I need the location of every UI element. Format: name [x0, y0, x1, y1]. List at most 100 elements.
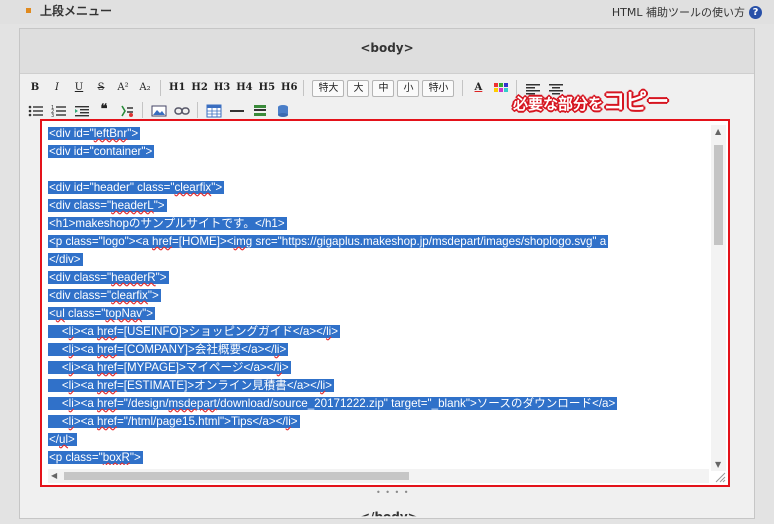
h2-button[interactable]: H2	[191, 80, 207, 96]
color-palette-icon[interactable]	[493, 81, 509, 95]
spellcheck-word: img	[233, 235, 253, 248]
body-tag-title: <body>	[360, 41, 414, 55]
underline-button[interactable]: U	[72, 80, 86, 96]
horizontal-rule-icon[interactable]	[229, 103, 245, 117]
code-text: =[USEINFO]>ショッピングガイド</a></	[117, 325, 327, 338]
horizontal-scroll-thumb[interactable]	[64, 472, 409, 480]
vertical-scroll-thumb[interactable]	[714, 145, 723, 245]
code-text: ">	[142, 307, 153, 320]
code-text: <div class="	[49, 271, 112, 284]
scroll-left-icon[interactable]: ◀	[51, 471, 57, 480]
code-text: src="https://gigaplus.makeshop.jp/msdepa…	[252, 235, 607, 248]
superscript-button[interactable]: A²	[116, 80, 130, 96]
code-text: <p class="	[49, 451, 103, 464]
spellcheck-word: leftBnr	[93, 127, 128, 140]
font-color-button[interactable]: A	[471, 80, 485, 96]
help-link[interactable]: HTML 補助ツールの使い方 ?	[612, 4, 762, 20]
code-line: <h1>makeshopのサンプルサイトです。</h1>	[48, 215, 708, 233]
spellcheck-word: clearfix	[174, 181, 212, 194]
spellcheck-word: ul	[55, 307, 65, 320]
code-text: ><a	[73, 343, 98, 356]
code-line: <div id="leftBnr">	[48, 125, 708, 143]
spellcheck-word: headerR	[111, 271, 156, 284]
selected-text: <div class="headerR">	[48, 271, 169, 284]
subscript-button[interactable]: A₂	[138, 80, 152, 96]
code-editor[interactable]: <div id="leftBnr"> <div id="container"> <d…	[40, 119, 730, 487]
code-text: /download/source_20171222.zip" target="_…	[216, 397, 616, 410]
quote-icon[interactable]: ❝	[97, 102, 111, 118]
spellcheck-word: clearfix	[111, 289, 148, 302]
top-bar: 上段メニュー HTML 補助ツールの使い方 ?	[0, 0, 774, 24]
code-line: <li><a href=[COMPANY]>会社概要</a></li>	[48, 341, 708, 359]
toolbar-row-2: 123 ❝	[28, 100, 298, 120]
section-title: 上段メニュー	[26, 2, 112, 19]
insert-link-icon[interactable]	[174, 103, 190, 117]
scroll-down-icon[interactable]: ▼	[715, 460, 721, 469]
indent-icon[interactable]	[74, 103, 90, 117]
selected-text: <li><a href=[USEINFO]>ショッピングガイド</a></li>	[48, 325, 341, 338]
code-text: ><a	[73, 325, 98, 338]
code-text: ><a	[73, 361, 98, 374]
selected-text: <p class="logo"><a href=[HOME]><img src=…	[48, 235, 609, 248]
copy-instruction-part2: コピー	[603, 90, 670, 115]
special-char-icon[interactable]	[119, 103, 135, 117]
toolbar-divider	[142, 102, 143, 118]
code-line: <li><a href=[MYPAGE]>マイページ</a></li>	[48, 359, 708, 377]
code-text: ">	[127, 127, 139, 140]
resize-grip-icon[interactable]	[714, 471, 726, 483]
code-text: </div>	[49, 253, 81, 266]
bullet-list-icon[interactable]	[28, 103, 44, 117]
toolbar-divider	[197, 102, 198, 118]
code-text: >	[281, 361, 289, 374]
selected-text: <ul class="topNav">	[48, 307, 155, 320]
spellcheck-word: boxR	[102, 451, 130, 464]
code-textarea[interactable]: <div id="leftBnr"> <div id="container"> <d…	[48, 125, 708, 465]
italic-button[interactable]: I	[50, 80, 64, 96]
insert-table-icon[interactable]	[206, 103, 222, 118]
bold-button[interactable]: B	[28, 80, 42, 96]
spellcheck-word: href	[97, 397, 118, 410]
insert-block-icon[interactable]	[252, 103, 268, 117]
code-line: </ul>	[48, 431, 708, 449]
h5-button[interactable]: H5	[259, 80, 275, 96]
insert-image-icon[interactable]	[151, 103, 167, 117]
strikethrough-button[interactable]: S	[94, 80, 108, 96]
spellcheck-word: ul	[59, 433, 69, 446]
size-xl-button[interactable]: 特大	[312, 79, 345, 97]
code-text: ><a	[73, 397, 98, 410]
code-text: <div class="	[49, 289, 112, 302]
code-text: ">	[155, 271, 167, 284]
help-icon[interactable]: ?	[749, 5, 762, 19]
size-s-button[interactable]: 小	[397, 79, 420, 97]
code-text: ="/html/page15.html">Tips</a></	[117, 415, 286, 428]
code-text: <	[49, 379, 69, 392]
numbered-list-icon[interactable]: 123	[51, 103, 67, 119]
vertical-scrollbar[interactable]: ▲ ▼	[711, 125, 726, 471]
selected-text: <h1>makeshopのサンプルサイトです。</h1>	[48, 217, 287, 230]
code-text: <	[49, 307, 56, 320]
size-xs-button[interactable]: 特小	[422, 79, 455, 97]
help-link-label[interactable]: HTML 補助ツールの使い方	[612, 4, 745, 20]
size-m-button[interactable]: 中	[372, 79, 395, 97]
resize-handle[interactable]: • • • •	[376, 488, 410, 497]
code-text: <	[49, 325, 69, 338]
scroll-up-icon[interactable]: ▲	[715, 127, 721, 136]
horizontal-scrollbar[interactable]: ◀	[48, 469, 709, 483]
h4-button[interactable]: H4	[236, 80, 252, 96]
code-text: =[HOME]><	[171, 235, 234, 248]
code-line: <div id="container">	[48, 143, 708, 161]
code-text: >	[331, 325, 339, 338]
h1-button[interactable]: H1	[169, 80, 185, 96]
toolbar-divider	[462, 80, 464, 96]
selected-text: <li><a href=[ESTIMATE]>オンライン見積書</a></li>	[48, 379, 335, 392]
code-text: >	[325, 379, 333, 392]
size-l-button[interactable]: 大	[347, 79, 370, 97]
h6-button[interactable]: H6	[281, 80, 297, 96]
code-text: <div id="	[49, 127, 94, 140]
database-icon[interactable]	[275, 103, 291, 117]
code-text: =[MYPAGE]>マイページ</a></	[117, 361, 277, 374]
code-text: ="/design/	[117, 397, 169, 410]
selected-text: <li><a href=[COMPANY]>会社概要</a></li>	[48, 343, 289, 356]
h3-button[interactable]: H3	[214, 80, 230, 96]
